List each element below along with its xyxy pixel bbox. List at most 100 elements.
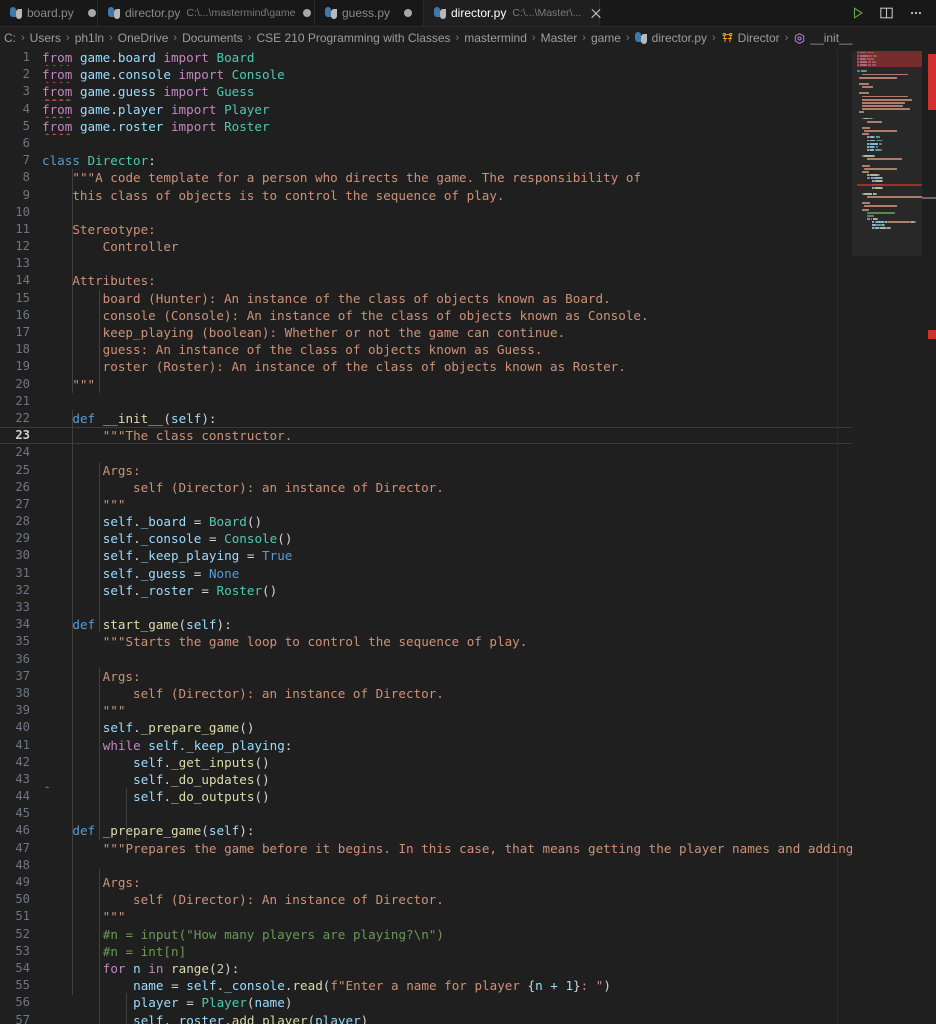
line-content[interactable]: self (Director): An instance of Director… [38, 891, 852, 908]
code-line[interactable]: 28 self._board = Board() [0, 513, 852, 530]
line-content[interactable]: self._do_outputs() [38, 788, 852, 805]
line-content[interactable]: board (Hunter): An instance of the class… [38, 290, 852, 307]
line-content[interactable]: self._guess = None [38, 565, 852, 582]
code-line[interactable]: 33 [0, 599, 852, 616]
code-line[interactable]: 49 Args: [0, 874, 852, 891]
line-content[interactable]: Attributes: [38, 272, 852, 289]
code-line[interactable]: 42 self._get_inputs() [0, 754, 852, 771]
code-line[interactable]: 37 Args: [0, 668, 852, 685]
breadcrumb-item-game[interactable]: game [589, 31, 623, 45]
overview-ruler[interactable] [922, 49, 936, 1024]
line-content[interactable]: self (Director): an instance of Director… [38, 685, 852, 702]
code-line[interactable]: 12 Controller [0, 238, 852, 255]
code-editor-text[interactable]: 1 from game.board import Board 2 from game.… [0, 49, 852, 1024]
editor-tab-guess-py[interactable]: guess.py [315, 0, 424, 26]
line-content[interactable]: #n = input("How many players are playing… [38, 926, 852, 943]
breadcrumb-item-symbol-class[interactable]: Director [719, 31, 782, 45]
code-line[interactable]: 43 self._do_updates() [0, 771, 852, 788]
editor[interactable]: 1 from game.board import Board 2 from game.… [0, 49, 936, 1024]
editor-tab-director-py-game[interactable]: director.py C:\...\mastermind\game [98, 0, 315, 26]
code-line[interactable]: 13 [0, 255, 852, 272]
line-content[interactable]: self._roster = Roster() [38, 582, 852, 599]
line-content[interactable]: class Director: [38, 152, 852, 169]
close-icon[interactable] [589, 6, 603, 20]
code-line[interactable]: 44 self._do_outputs() [0, 788, 852, 805]
line-content[interactable]: self._prepare_game() [38, 719, 852, 736]
code-line[interactable]: 53 #n = int[n] [0, 943, 852, 960]
line-content[interactable]: name = self._console.read(f"Enter a name… [38, 977, 852, 994]
code-line[interactable]: 30 self._keep_playing = True [0, 547, 852, 564]
line-content[interactable]: for n in range(2): [38, 960, 852, 977]
code-line[interactable]: 54 for n in range(2): [0, 960, 852, 977]
unsaved-indicator-dot[interactable] [404, 9, 413, 17]
code-line[interactable]: 14 Attributes: [0, 272, 852, 289]
editor-tab-director-py-master[interactable]: director.py C:\...\Master\... [424, 0, 600, 26]
breadcrumb-item-documents[interactable]: Documents [180, 31, 245, 45]
code-line[interactable]: 51 """ [0, 908, 852, 925]
code-line[interactable]: 40 self._prepare_game() [0, 719, 852, 736]
line-content[interactable]: from game.player import Player [38, 101, 852, 118]
code-line[interactable]: 16 console (Console): An instance of the… [0, 307, 852, 324]
unsaved-indicator-dot[interactable] [87, 9, 96, 17]
code-line[interactable]: 31 self._guess = None [0, 565, 852, 582]
code-line[interactable]: 45 [0, 805, 852, 822]
code-line[interactable]: 46 def _prepare_game(self): [0, 822, 852, 839]
code-line[interactable]: 56 player = Player(name) [0, 994, 852, 1011]
line-content[interactable]: from game.guess import Guess [38, 83, 852, 100]
line-content[interactable]: """ [38, 702, 852, 719]
code-line[interactable]: 2 from game.console import Console [0, 66, 852, 83]
code-line[interactable]: 19 roster (Roster): An instance of the c… [0, 358, 852, 375]
code-line[interactable]: 35 """Starts the game loop to control th… [0, 633, 852, 650]
line-content[interactable]: """The class constructor. [38, 427, 852, 444]
code-line[interactable]: 24 [0, 444, 852, 461]
line-content[interactable]: self._do_updates() [38, 771, 852, 788]
line-content[interactable]: Controller [38, 238, 852, 255]
breadcrumb-item-master[interactable]: Master [539, 31, 580, 45]
line-content[interactable]: self (Director): an instance of Director… [38, 479, 852, 496]
code-lines[interactable]: 1 from game.board import Board 2 from game.… [0, 49, 852, 1024]
code-line[interactable]: 3 from game.guess import Guess [0, 83, 852, 100]
code-line[interactable]: 48 [0, 857, 852, 874]
line-content[interactable]: def start_game(self): [38, 616, 852, 633]
breadcrumb-item-symbol-method[interactable]: __init__ [791, 31, 854, 45]
run-python-file-button[interactable] [851, 6, 865, 20]
breadcrumb-item-course[interactable]: CSE 210 Programming with Classes [254, 31, 452, 45]
line-content[interactable]: while self._keep_playing: [38, 737, 852, 754]
code-line[interactable]: 10 [0, 204, 852, 221]
code-line[interactable]: 15 board (Hunter): An instance of the cl… [0, 290, 852, 307]
line-content[interactable]: """Starts the game loop to control the s… [38, 633, 852, 650]
line-content[interactable]: player = Player(name) [38, 994, 852, 1011]
unsaved-indicator-dot[interactable] [303, 9, 312, 17]
line-content[interactable]: from game.console import Console [38, 66, 852, 83]
code-line[interactable]: 22 def __init__(self): [0, 410, 852, 427]
code-line[interactable]: 29 self._console = Console() [0, 530, 852, 547]
line-content[interactable]: console (Console): An instance of the cl… [38, 307, 852, 324]
breadcrumb-item-user[interactable]: ph1ln [73, 31, 106, 45]
code-line[interactable]: 47 """Prepares the game before it begins… [0, 840, 852, 857]
code-line[interactable]: 18 guess: An instance of the class of ob… [0, 341, 852, 358]
line-content[interactable]: Stereotype: [38, 221, 852, 238]
line-content[interactable]: self._roster.add_player(player) [38, 1012, 852, 1024]
line-content[interactable]: Args: [38, 874, 852, 891]
code-line[interactable]: 32 self._roster = Roster() [0, 582, 852, 599]
line-content[interactable]: from game.board import Board [38, 49, 852, 66]
line-content[interactable]: """ [38, 908, 852, 925]
code-line[interactable]: 6 [0, 135, 852, 152]
line-content[interactable]: keep_playing (boolean): Whether or not t… [38, 324, 852, 341]
line-content[interactable]: self._console = Console() [38, 530, 852, 547]
line-content[interactable]: """A code template for a person who dire… [38, 169, 852, 186]
code-line[interactable]: 7 class Director: [0, 152, 852, 169]
code-line[interactable]: 57 self._roster.add_player(player) [0, 1012, 852, 1024]
line-content[interactable]: Args: [38, 668, 852, 685]
code-line[interactable]: 38 self (Director): an instance of Direc… [0, 685, 852, 702]
line-content[interactable]: """ [38, 376, 852, 393]
ruler-error-marker[interactable] [928, 330, 936, 339]
breadcrumb-item-drive[interactable]: C: [2, 31, 18, 45]
breadcrumb-item-users[interactable]: Users [28, 31, 63, 45]
code-line[interactable]: 4 from game.player import Player [0, 101, 852, 118]
line-content[interactable]: from game.roster import Roster [38, 118, 852, 135]
code-line[interactable]: 23 """The class constructor. [0, 427, 852, 445]
line-content[interactable]: guess: An instance of the class of objec… [38, 341, 852, 358]
code-line[interactable]: 9 this class of objects is to control th… [0, 187, 852, 204]
line-content[interactable]: #n = int[n] [38, 943, 852, 960]
